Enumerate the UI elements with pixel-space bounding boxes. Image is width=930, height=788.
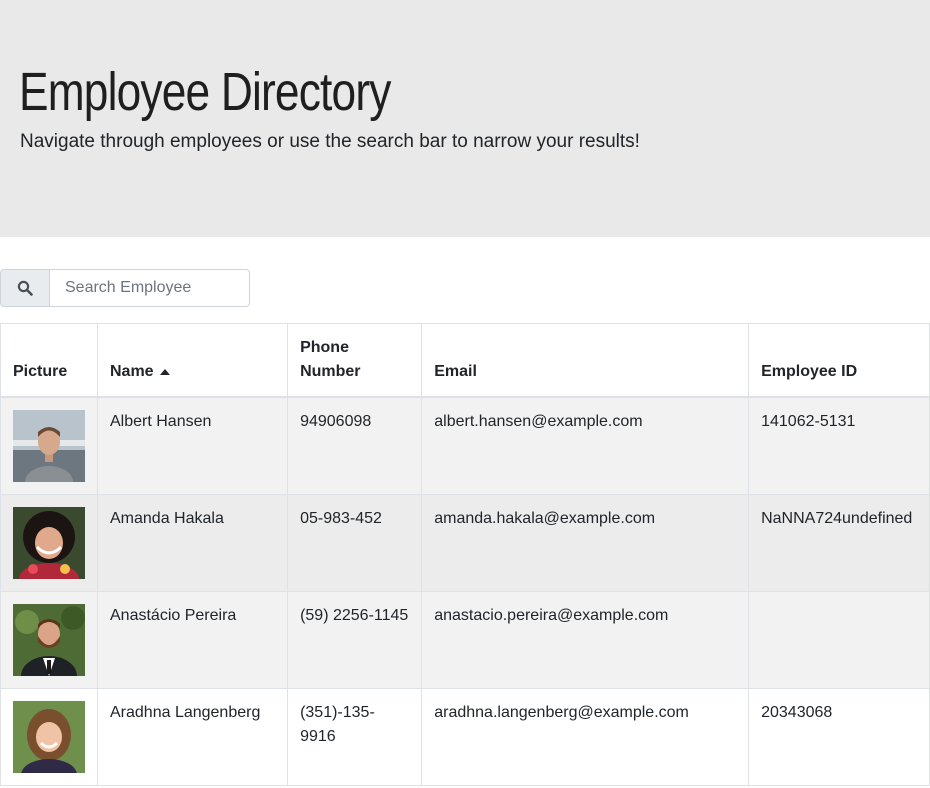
employee-table: Picture Name Phone Number Email Employee…: [0, 323, 930, 786]
avatar: [13, 604, 85, 676]
email-cell: aradhna.langenberg@example.com: [421, 688, 750, 786]
column-header-picture: Picture: [0, 323, 98, 398]
avatar: [13, 507, 85, 579]
email-cell: amanda.hakala@example.com: [421, 494, 750, 592]
table-row: Amanda Hakala 05-983-452 amanda.hakala@e…: [0, 494, 930, 592]
name-cell: Albert Hansen: [96, 396, 289, 495]
page-title: Employee Directory: [19, 62, 391, 122]
phone-cell: (351)-135-9916: [287, 688, 423, 786]
column-header-phone: Phone Number: [287, 323, 423, 398]
picture-cell: [0, 688, 98, 786]
column-header-name[interactable]: Name: [96, 323, 289, 398]
table-header: Picture Name Phone Number Email Employee…: [0, 323, 930, 398]
employee-id-cell: [748, 591, 930, 689]
email-cell: albert.hansen@example.com: [421, 396, 750, 495]
search-icon: [17, 280, 33, 296]
phone-cell: (59) 2256-1145: [287, 591, 423, 689]
table-row: Aradhna Langenberg (351)-135-9916 aradhn…: [0, 688, 930, 786]
page-subtitle: Navigate through employees or use the se…: [20, 131, 640, 152]
employee-id-cell: 20343068: [748, 688, 930, 786]
search-button[interactable]: [0, 269, 50, 307]
phone-cell: 05-983-452: [287, 494, 423, 592]
phone-cell: 94906098: [287, 396, 423, 495]
email-cell: anastacio.pereira@example.com: [421, 591, 750, 689]
header-jumbotron: Employee Directory Navigate through empl…: [0, 0, 930, 237]
name-cell: Anastácio Pereira: [96, 591, 289, 689]
name-cell: Amanda Hakala: [96, 494, 289, 592]
search-input[interactable]: [50, 269, 250, 307]
caret-up-icon[interactable]: [159, 368, 170, 375]
table-row: Albert Hansen 94906098 albert.hansen@exa…: [0, 396, 930, 495]
search-bar: [0, 269, 250, 307]
column-header-employee-id: Employee ID: [748, 323, 930, 398]
avatar: [13, 701, 85, 773]
name-cell: Aradhna Langenberg: [96, 688, 289, 786]
picture-cell: [0, 591, 98, 689]
employee-id-cell: NaNNA724undefined: [748, 494, 930, 592]
column-header-email: Email: [421, 323, 750, 398]
table-body: Albert Hansen 94906098 albert.hansen@exa…: [0, 396, 930, 786]
employee-id-cell: 141062-5131: [748, 396, 930, 495]
picture-cell: [0, 396, 98, 495]
avatar: [13, 410, 85, 482]
table-row: Anastácio Pereira (59) 2256-1145 anastac…: [0, 591, 930, 689]
picture-cell: [0, 494, 98, 592]
